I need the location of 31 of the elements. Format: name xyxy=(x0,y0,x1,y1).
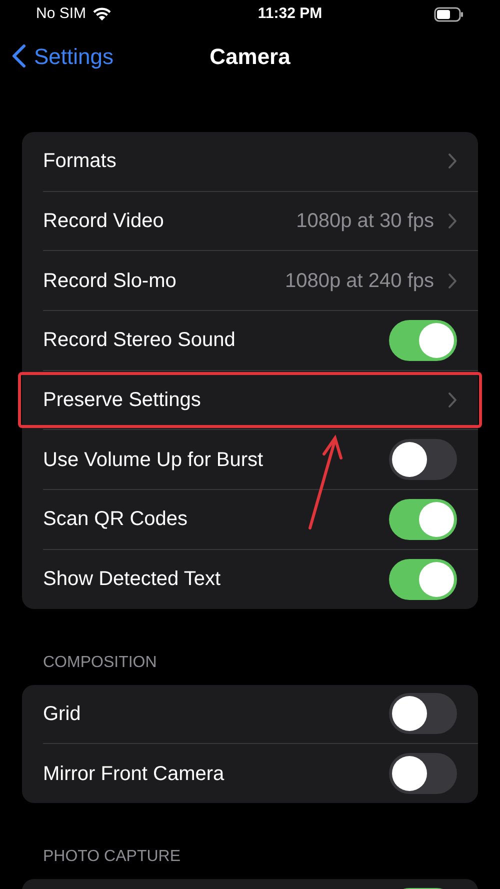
battery-icon xyxy=(434,6,464,22)
carrier-label: No SIM xyxy=(36,4,86,24)
wifi-icon xyxy=(92,7,112,21)
clock-time: 11:32 PM xyxy=(256,4,324,24)
row-value: 1080p at 30 fps xyxy=(296,209,434,234)
chevron-icon xyxy=(448,392,457,408)
toggle-switch[interactable] xyxy=(389,320,457,361)
row-label: Record Video xyxy=(43,209,164,234)
chevron-icon xyxy=(448,213,457,230)
row-label: Mirror Front Camera xyxy=(43,762,224,787)
toggle-switch[interactable] xyxy=(389,439,457,480)
row-value: 1080p at 240 fps xyxy=(284,268,434,294)
section-header: PHOTO CAPTURE xyxy=(42,846,182,867)
chevron-icon xyxy=(448,272,457,289)
section-header: COMPOSITION xyxy=(42,652,158,672)
row-label: Use Volume Up for Burst xyxy=(43,448,264,473)
row-label: Record Stereo Sound xyxy=(43,328,236,354)
back-button[interactable]: Settings xyxy=(0,40,114,72)
back-chevron-icon xyxy=(12,44,26,68)
row-label: Formats xyxy=(43,149,116,174)
toggle-switch[interactable] xyxy=(389,498,457,540)
toggle-switch[interactable] xyxy=(389,753,457,794)
row-label: Record Slo-mo xyxy=(43,268,176,294)
row-label: Show Detected Text xyxy=(43,567,221,592)
row-label: Preserve Settings xyxy=(43,388,201,414)
chevron-icon xyxy=(448,153,457,170)
toggle-switch[interactable] xyxy=(389,558,457,600)
toggle-switch[interactable] xyxy=(389,693,457,734)
page-title: Camera xyxy=(210,42,290,70)
row-label: Scan QR Codes xyxy=(43,507,188,532)
row-label: Grid xyxy=(43,702,81,727)
